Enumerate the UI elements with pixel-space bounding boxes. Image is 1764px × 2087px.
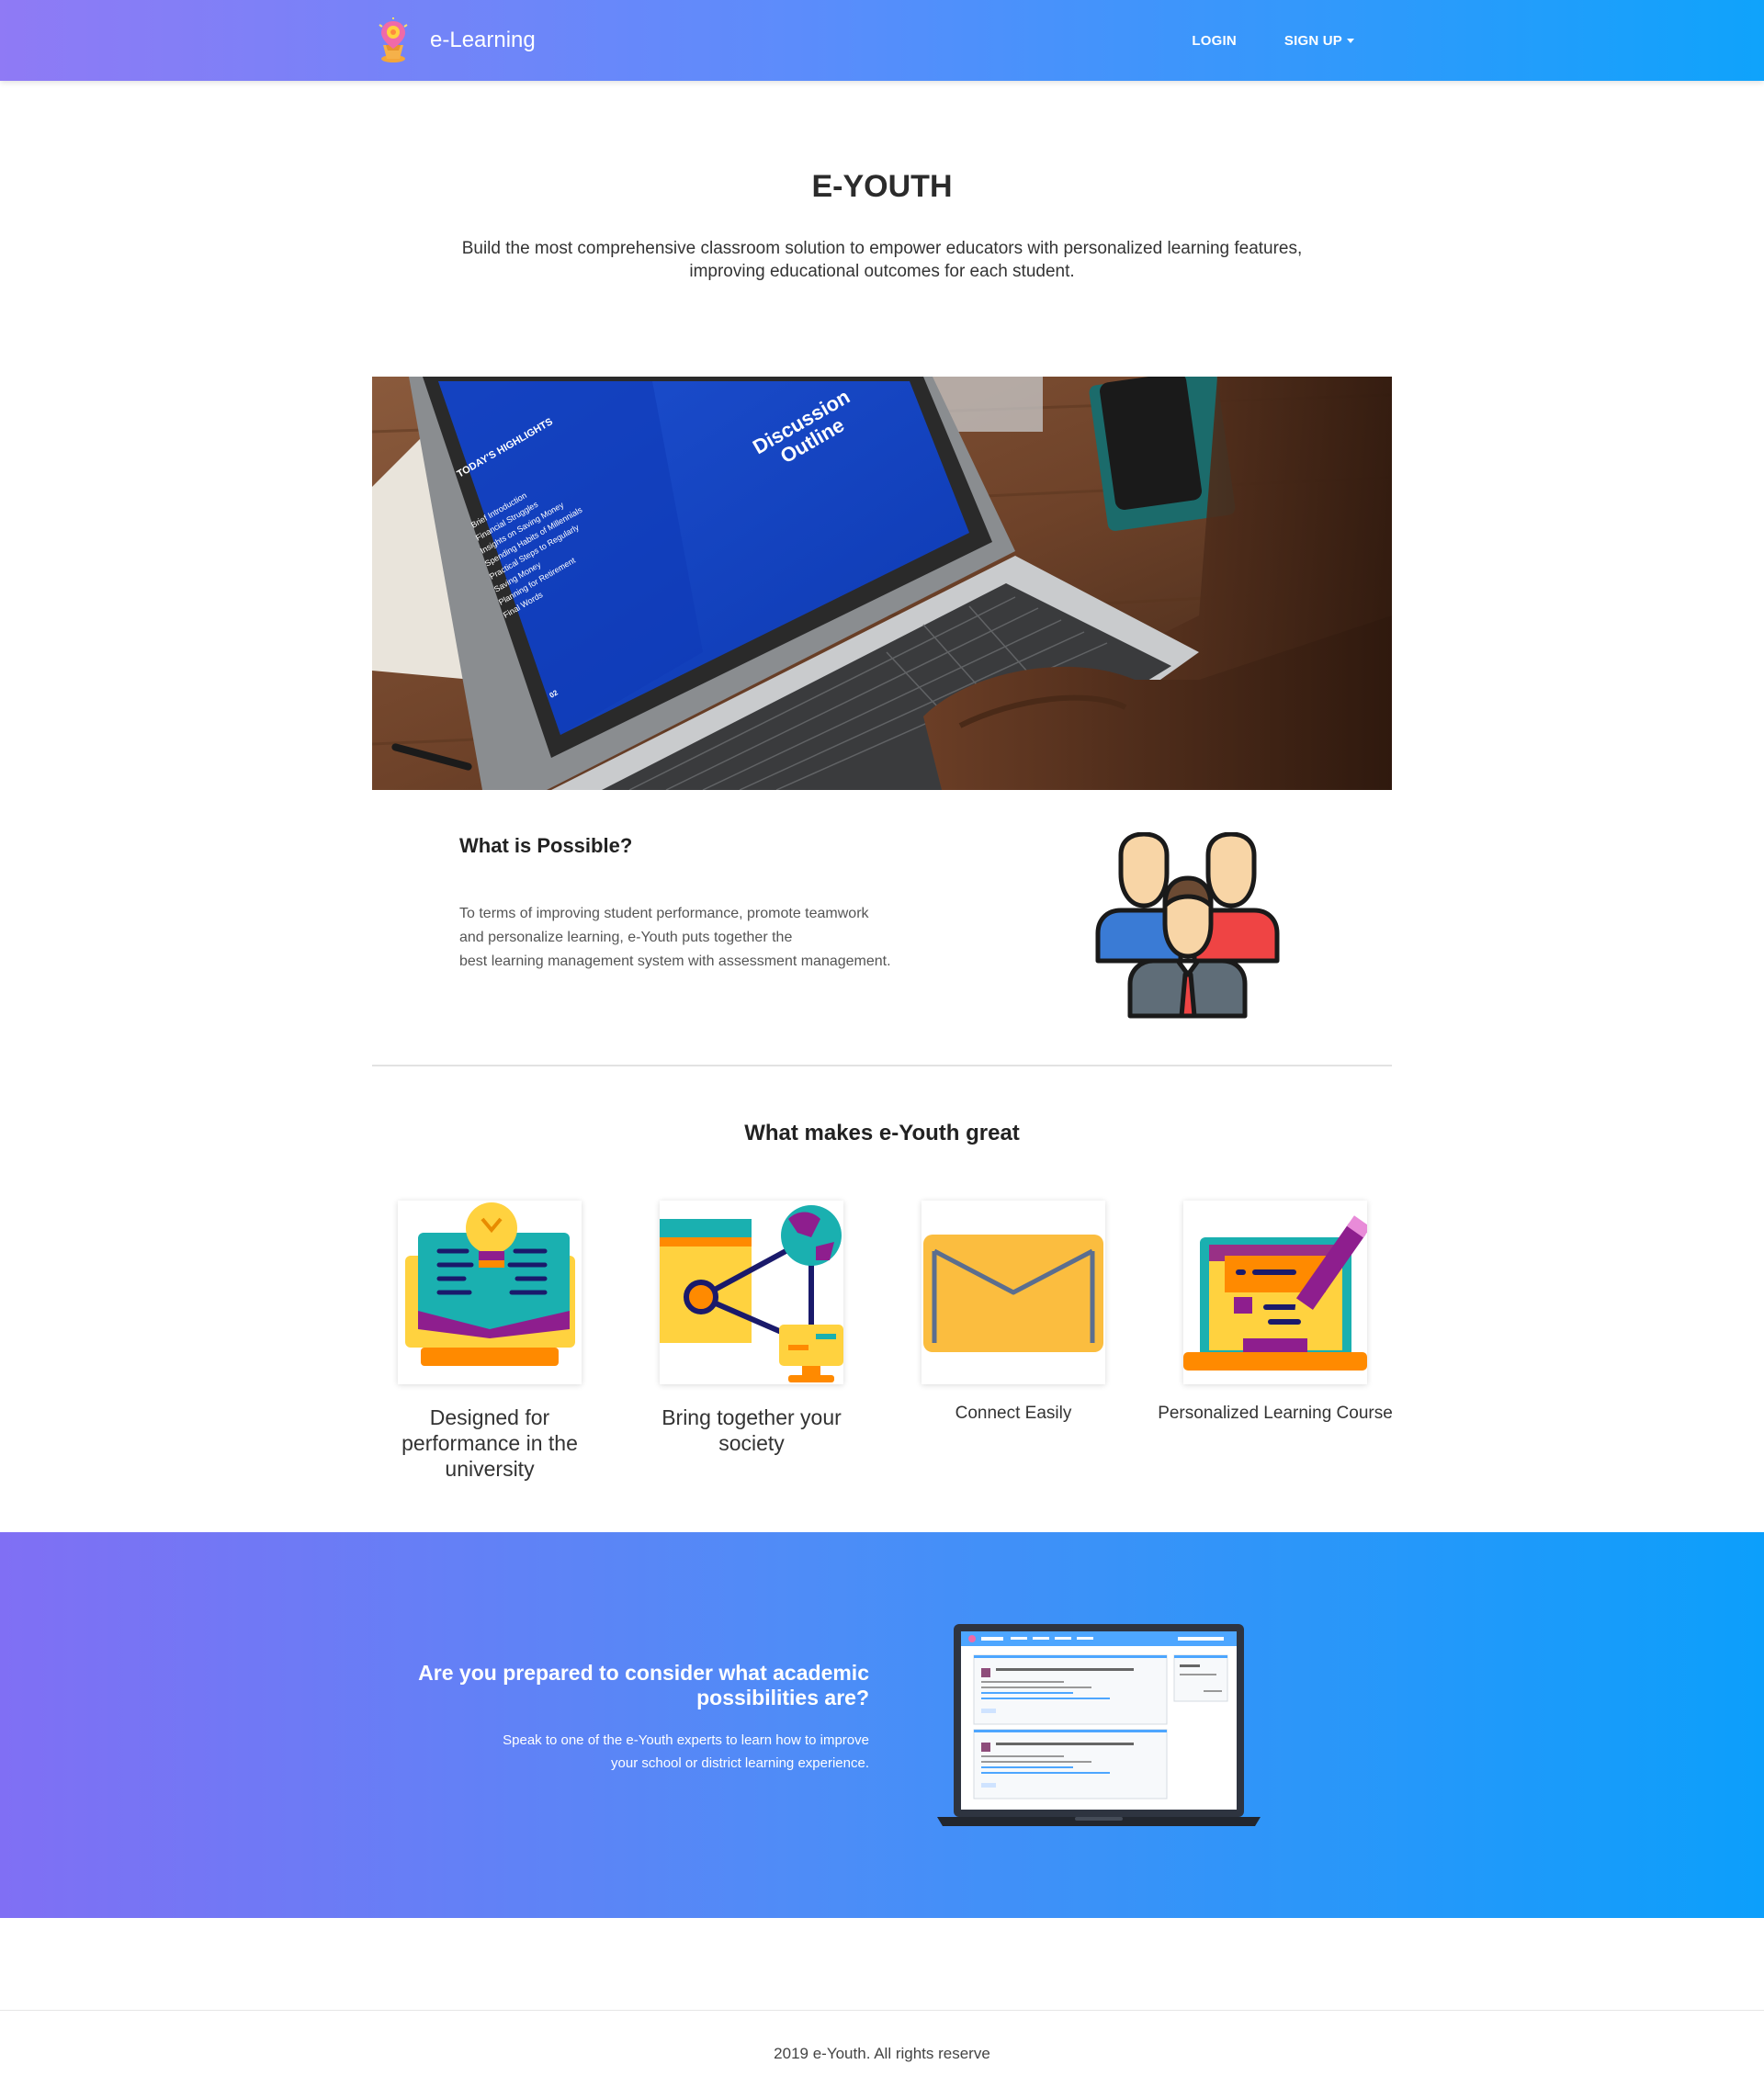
laptop-screenshot (937, 1624, 1261, 1826)
nav-links: LOGIN SIGN UP (1192, 0, 1354, 81)
signup-dropdown[interactable]: SIGN UP (1284, 33, 1354, 49)
brand-logo-icon (379, 17, 408, 62)
cta-heading-line-1: Are you prepared to consider what academ… (418, 1661, 869, 1685)
possible-text-line-3: best learning management system with ass… (459, 953, 891, 969)
network-share-icon (660, 1205, 843, 1382)
envelope-icon (923, 1235, 1103, 1352)
cta-heading: Are you prepared to consider what academ… (410, 1661, 869, 1710)
feature-item-connect: Connect Easily (894, 1201, 1133, 1425)
cta-section: Are you prepared to consider what academ… (0, 1532, 1764, 1918)
cta-text-line-2: your school or district learning experie… (611, 1755, 869, 1771)
footer-copyright: 2019 e-Youth. All rights reserve (774, 2045, 990, 2062)
cta-text: Speak to one of the e-Youth experts to l… (410, 1729, 869, 1775)
features-heading: What makes e-Youth great (744, 1121, 1020, 1145)
feature-item-performance: Designed for performance in the universi… (370, 1201, 609, 1482)
feature-card (1183, 1201, 1367, 1384)
footer-divider (0, 2010, 1764, 2011)
feature-label: Designed for performance in the universi… (401, 1405, 578, 1481)
laptop-pencil-icon (1183, 1215, 1367, 1371)
possible-text-line-2: and personalize learning, e-Youth puts t… (459, 930, 793, 945)
feature-label: Bring together your society (662, 1405, 842, 1455)
brand[interactable]: e-Learning (375, 17, 536, 64)
hero-image: TODAY'S HIGHLIGHTS Discussion Outline 02… (372, 377, 1392, 790)
feature-card (922, 1201, 1105, 1384)
possible-heading: What is Possible? (459, 834, 633, 857)
team-icon (1095, 832, 1280, 1019)
feature-card (398, 1201, 582, 1384)
hero-subtitle-line-1: Build the most comprehensive classroom s… (461, 239, 1303, 258)
signup-label: SIGN UP (1283, 32, 1342, 49)
possible-text: To terms of improving student performanc… (459, 902, 937, 974)
laptop-photo: TODAY'S HIGHLIGHTS Discussion Outline 02… (372, 377, 1392, 790)
caret-down-icon (1347, 38, 1354, 43)
hero-subtitle-line-2: improving educational outcomes for each … (689, 262, 1075, 281)
navbar: e-Learning LOGIN SIGN UP (0, 0, 1764, 81)
feature-label: Connect Easily (955, 1404, 1072, 1423)
feature-card (660, 1201, 843, 1384)
cta-heading-line-2: possibilities are? (696, 1686, 869, 1709)
feature-item-society: Bring together your society (632, 1201, 871, 1456)
section-divider (372, 1065, 1392, 1066)
possible-text-line-1: To terms of improving student performanc… (459, 906, 869, 921)
login-link[interactable]: LOGIN (1192, 33, 1237, 49)
hero-subtitle: Build the most comprehensive classroom s… (423, 237, 1341, 283)
brand-name: e-Learning (430, 28, 536, 52)
cta-text-line-1: Speak to one of the e-Youth experts to l… (503, 1732, 869, 1748)
page-title: E-YOUTH (811, 169, 953, 204)
login-label: LOGIN (1192, 32, 1237, 49)
feature-label: Personalized Learning Course (1158, 1404, 1393, 1423)
feature-item-personalized: Personalized Learning Course (1156, 1201, 1395, 1425)
idea-monitor-icon (405, 1202, 575, 1366)
